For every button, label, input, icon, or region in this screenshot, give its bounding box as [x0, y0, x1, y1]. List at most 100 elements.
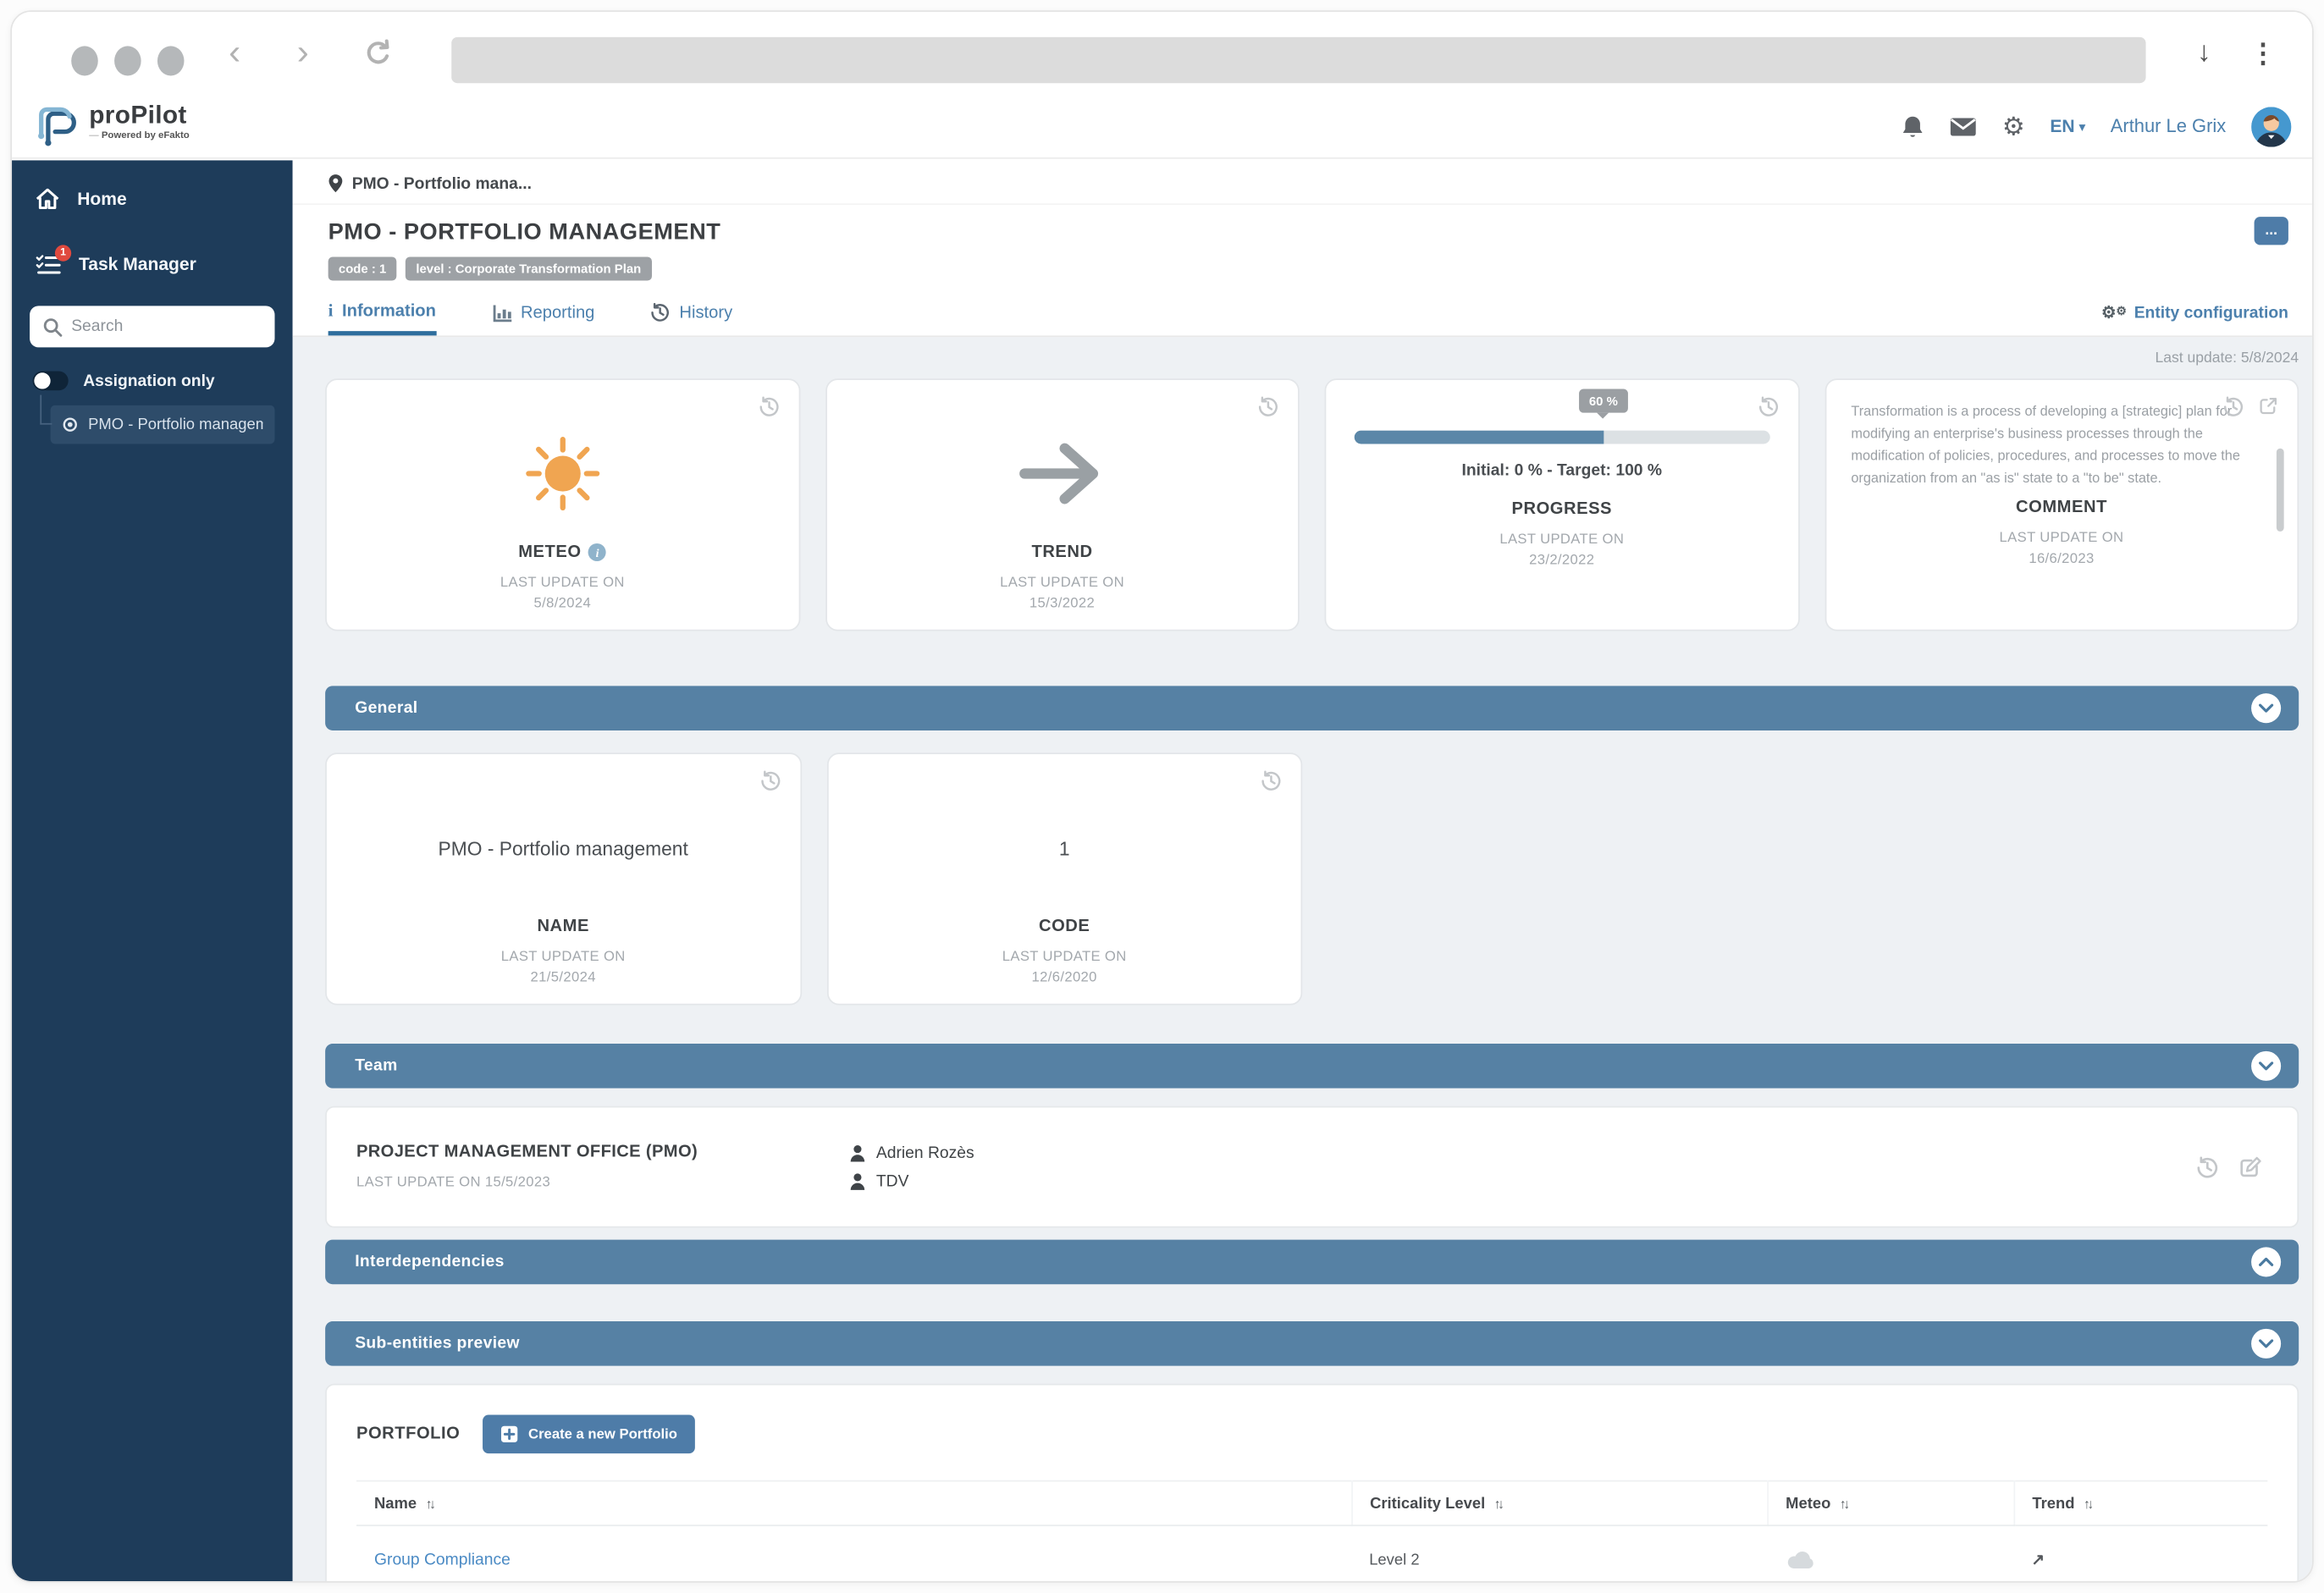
column-header-name[interactable]: Name↑↓ [356, 1481, 1351, 1526]
window-control-dot[interactable] [71, 46, 98, 75]
sub-entities-card: PORTFOLIO Create a new Portfolio Name↑↓ … [325, 1384, 2299, 1581]
progress-card: 60 % Initial: 0 % - Target: 100 % PROGRE… [1325, 378, 1799, 631]
search-input[interactable] [30, 306, 274, 347]
history-icon[interactable] [2223, 396, 2244, 417]
team-role: PROJECT MANAGEMENT OFFICE (PMO) [356, 1144, 849, 1161]
browser-menu-icon[interactable]: ⋮ [2249, 38, 2277, 69]
gears-icon: ⚙⚙ [2101, 305, 2127, 321]
column-header-meteo[interactable]: Meteo↑↓ [1767, 1481, 2013, 1526]
download-icon[interactable]: ↓ [2197, 37, 2211, 70]
tree-connector [40, 395, 52, 425]
back-icon[interactable]: ‹ [229, 33, 240, 74]
column-header-trend[interactable]: Trend↑↓ [2013, 1481, 2267, 1526]
section-sub-entities[interactable]: Sub-entities preview [325, 1321, 2299, 1366]
criticality-cell: Level 2 [1351, 1525, 1767, 1581]
sidebar-item-label: Task Manager [79, 254, 196, 275]
last-update-label: LAST UPDATE ON [1000, 575, 1124, 591]
history-icon[interactable] [2196, 1155, 2218, 1177]
portfolio-link[interactable]: Group Compliance [374, 1551, 511, 1568]
last-update-date: 15/3/2022 [1030, 596, 1095, 612]
code-card: 1 CODE LAST UPDATE ON12/6/2020 [826, 752, 1302, 1005]
cloud-icon [1785, 1548, 1818, 1570]
last-update-date: 16/6/2023 [2029, 550, 2094, 566]
person-icon [849, 1144, 865, 1161]
history-icon[interactable] [1261, 770, 1282, 791]
spacer [1826, 752, 2299, 1005]
entity-configuration-button[interactable]: ⚙⚙ Entity configuration [2101, 305, 2288, 336]
breadcrumb[interactable]: PMO - Portfolio mana... [352, 174, 532, 192]
info-icon: i [328, 300, 334, 322]
portfolio-label: PORTFOLIO [356, 1425, 460, 1443]
page-last-update: Last update: 5/8/2024 [325, 350, 2299, 367]
assignation-only-toggle[interactable]: Assignation only [33, 372, 275, 391]
info-tooltip-icon[interactable]: i [588, 543, 606, 561]
tab-history[interactable]: History [651, 303, 732, 336]
column-header-criticality[interactable]: Criticality Level↑↓ [1351, 1481, 1767, 1526]
notifications-bell-icon[interactable] [1902, 113, 1925, 139]
progress-fill [1354, 431, 1604, 444]
location-pin-icon [328, 174, 344, 193]
sidebar-item-label: Home [77, 189, 126, 210]
history-icon[interactable] [759, 770, 781, 791]
spacer [1328, 752, 1801, 1005]
toggle-track[interactable] [33, 372, 69, 391]
tab-reporting[interactable]: Reporting [493, 305, 595, 336]
right-arrow-icon [1016, 435, 1108, 512]
chevron-down-icon [2259, 703, 2274, 713]
settings-gear-icon[interactable]: ⚙ [2002, 113, 2025, 139]
section-team[interactable]: Team [325, 1044, 2299, 1089]
section-title: Team [355, 1057, 397, 1075]
progress-bar [1354, 431, 1769, 444]
reload-icon[interactable] [362, 39, 394, 70]
window-control-dot[interactable] [114, 46, 141, 75]
team-member: Adrien Rozès [849, 1138, 2196, 1166]
history-icon[interactable] [1758, 396, 1779, 417]
last-update-label: LAST UPDATE ON [1499, 532, 1624, 548]
sort-icon: ↑↓ [2084, 1496, 2091, 1511]
user-name[interactable]: Arthur Le Grix [2111, 116, 2226, 137]
collapse-team-button[interactable] [2251, 1051, 2281, 1081]
section-interdependencies[interactable]: Interdependencies [325, 1240, 2299, 1285]
history-icon[interactable] [758, 396, 779, 417]
trend-card: TREND LAST UPDATE ON 15/3/2022 [825, 378, 1299, 631]
window-controls[interactable] [71, 46, 184, 75]
app-header: proPilot — Powered by eFakto ⚙ EN▾ Arthu… [12, 94, 2312, 159]
sidebar-item-task-manager[interactable]: 1 Task Manager [12, 246, 293, 282]
comment-scrollbar[interactable] [2277, 449, 2284, 532]
team-card: PROJECT MANAGEMENT OFFICE (PMO) LAST UPD… [325, 1106, 2299, 1228]
language-selector[interactable]: EN▾ [2050, 116, 2085, 137]
task-manager-badge: 1 [55, 245, 71, 261]
trend-cell: ↗ [2013, 1525, 2267, 1581]
forward-icon[interactable]: › [297, 33, 309, 74]
external-link-icon[interactable] [2259, 396, 2278, 417]
section-general[interactable]: General [325, 686, 2299, 730]
last-update-label: LAST UPDATE ON [2000, 529, 2124, 545]
card-title: PROGRESS [1511, 500, 1612, 518]
sidebar-item-home[interactable]: Home [12, 181, 293, 217]
app-logo[interactable]: proPilot — Powered by eFakto [36, 102, 190, 150]
sun-icon [519, 431, 605, 517]
sidebar-tree-item-pmo[interactable]: PMO - Portfolio management [51, 405, 275, 444]
code-value: 1 [1059, 836, 1070, 858]
tab-information[interactable]: i Information [328, 300, 436, 335]
team-member: TDV [849, 1167, 2196, 1195]
messages-envelope-icon[interactable] [1950, 117, 1977, 136]
propilot-logo-icon [36, 102, 80, 150]
window-control-dot[interactable] [157, 46, 185, 75]
last-update-label: LAST UPDATE ON [1002, 949, 1127, 965]
card-title: METEO [518, 543, 581, 561]
expand-interdependencies-button[interactable] [2251, 1247, 2281, 1276]
level-badge: level : Corporate Transformation Plan [406, 256, 652, 280]
edit-icon[interactable] [2239, 1155, 2261, 1177]
collapse-sub-entities-button[interactable] [2251, 1329, 2281, 1359]
collapse-general-button[interactable] [2251, 693, 2281, 723]
section-title: General [355, 699, 417, 717]
more-actions-button[interactable]: ... [2255, 217, 2288, 245]
create-portfolio-button[interactable]: Create a new Portfolio [483, 1415, 695, 1454]
caret-down-icon: ▾ [2079, 119, 2085, 133]
avatar[interactable] [2251, 106, 2291, 146]
url-bar[interactable] [451, 37, 2145, 83]
card-title: TREND [1031, 543, 1092, 561]
history-icon[interactable] [1258, 396, 1279, 417]
sort-icon: ↑↓ [426, 1496, 433, 1511]
